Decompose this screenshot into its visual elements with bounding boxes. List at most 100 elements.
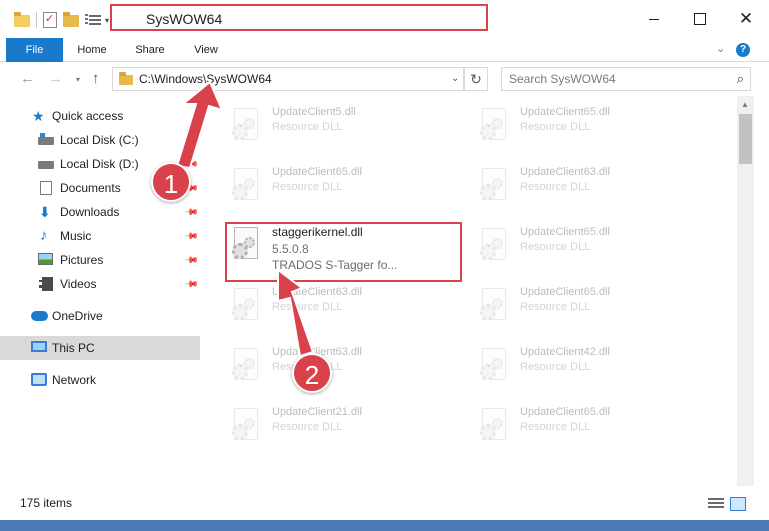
file-type: Resource DLL bbox=[272, 421, 343, 433]
documents-icon bbox=[40, 181, 56, 195]
address-dropdown-icon[interactable]: ⌄ bbox=[451, 73, 459, 84]
file-name: UpdateClient65.dll bbox=[272, 166, 362, 178]
file-tile[interactable]: UpdateClient65.dll Resource DLL bbox=[470, 396, 710, 454]
dll-file-icon bbox=[230, 408, 262, 446]
address-path[interactable]: C:\Windows\SysWOW64 bbox=[139, 72, 272, 86]
address-highlight-box bbox=[110, 4, 488, 31]
sidebar-item-pictures[interactable]: Pictures 📌 bbox=[0, 248, 200, 272]
file-type: Resource DLL bbox=[520, 121, 591, 133]
file-tile[interactable]: UpdateClient5.dll Resource DLL bbox=[222, 96, 462, 154]
minimize-button[interactable] bbox=[631, 0, 677, 38]
customize-toolbar-icon[interactable] bbox=[85, 13, 101, 27]
maximize-button[interactable] bbox=[677, 0, 723, 38]
file-tile[interactable]: UpdateClient63.dll Resource DLL bbox=[470, 156, 710, 214]
refresh-button[interactable]: ↻ bbox=[464, 67, 488, 91]
search-icon: ⌕ bbox=[736, 71, 744, 86]
star-icon: ★ bbox=[32, 108, 45, 124]
file-tile[interactable]: UpdateClient42.dll Resource DLL bbox=[470, 336, 710, 394]
file-tile[interactable]: UpdateClient65.dll Resource DLL bbox=[470, 276, 710, 334]
pin-icon[interactable]: 📌 bbox=[184, 228, 199, 244]
file-tile[interactable]: UpdateClient63.dll Resource DLL bbox=[222, 276, 462, 334]
ribbon: File Home Share View ⌄ ? bbox=[0, 38, 769, 62]
file-name: UpdateClient5.dll bbox=[272, 106, 356, 118]
step-1-badge: 1 bbox=[151, 162, 191, 202]
sidebar-item-videos[interactable]: Videos 📌 bbox=[0, 272, 200, 296]
dll-file-icon bbox=[478, 228, 510, 266]
onedrive-icon bbox=[31, 309, 48, 323]
status-bar: 175 items bbox=[0, 486, 769, 520]
sidebar-item-music[interactable]: ♪ Music 📌 bbox=[0, 224, 200, 248]
file-type: Resource DLL bbox=[272, 301, 343, 313]
file-name: UpdateClient42.dll bbox=[520, 346, 610, 358]
large-icons-view-icon[interactable] bbox=[730, 497, 746, 511]
close-button[interactable]: ✕ bbox=[723, 0, 769, 38]
file-tile[interactable]: UpdateClient21.dll Resource DLL bbox=[222, 396, 462, 454]
sidebar-item-label: Downloads bbox=[60, 205, 120, 219]
sidebar-item-this-pc[interactable]: This PC bbox=[0, 336, 200, 360]
sidebar-item-label: This PC bbox=[52, 341, 95, 355]
desktop-edge bbox=[0, 520, 769, 531]
sidebar-item-downloads[interactable]: ⬇ Downloads 📌 bbox=[0, 200, 200, 224]
dll-file-icon bbox=[478, 288, 510, 326]
drive-icon bbox=[38, 133, 54, 147]
recent-locations-dropdown[interactable]: ▾ bbox=[76, 75, 80, 84]
help-icon[interactable]: ? bbox=[736, 43, 750, 57]
navigation-bar: ← → ▾ ↑ C:\Windows\SysWOW64 ⌄ ↻ Search S… bbox=[0, 62, 769, 96]
file-list: UpdateClient5.dll Resource DLL UpdateCli… bbox=[200, 96, 737, 486]
sidebar-item-onedrive[interactable]: OneDrive bbox=[0, 304, 200, 328]
search-input[interactable]: Search SysWOW64 ⌕ bbox=[501, 67, 751, 91]
sidebar-item-label: Documents bbox=[60, 181, 121, 195]
tab-view[interactable]: View bbox=[184, 38, 228, 62]
scroll-up-icon[interactable]: ▲ bbox=[741, 100, 749, 109]
pin-icon[interactable]: 📌 bbox=[184, 204, 199, 220]
file-highlight-box bbox=[225, 222, 462, 282]
scrollbar-thumb[interactable] bbox=[739, 114, 752, 164]
music-icon: ♪ bbox=[40, 227, 48, 244]
videos-icon bbox=[39, 277, 55, 291]
tab-share[interactable]: Share bbox=[128, 38, 172, 62]
file-type: Resource DLL bbox=[520, 421, 591, 433]
file-type: Resource DLL bbox=[272, 121, 343, 133]
this-pc-icon bbox=[31, 341, 47, 355]
file-name: UpdateClient65.dll bbox=[520, 286, 610, 298]
dll-file-icon bbox=[230, 108, 262, 146]
pin-icon[interactable]: 📌 bbox=[184, 276, 199, 292]
sidebar-item-label: Pictures bbox=[60, 253, 104, 267]
network-icon bbox=[31, 373, 47, 387]
file-type: Resource DLL bbox=[520, 241, 591, 253]
sidebar-item-local-disk-c[interactable]: Local Disk (C:) bbox=[0, 128, 200, 152]
properties-icon[interactable] bbox=[43, 12, 57, 28]
sidebar-item-quick-access[interactable]: ★ Quick access bbox=[0, 104, 200, 128]
pin-icon[interactable]: 📌 bbox=[184, 252, 199, 268]
sidebar-item-network[interactable]: Network bbox=[0, 368, 200, 392]
tab-home[interactable]: Home bbox=[70, 38, 114, 62]
sidebar-item-label: Music bbox=[60, 229, 92, 243]
new-folder-icon[interactable] bbox=[63, 12, 79, 28]
quick-access-toolbar: ▾ bbox=[14, 12, 109, 28]
vertical-scrollbar[interactable]: ▲ bbox=[737, 96, 754, 486]
dll-file-icon bbox=[230, 348, 262, 386]
forward-button[interactable]: → bbox=[48, 70, 63, 87]
toolbar-dropdown-icon[interactable]: ▾ bbox=[105, 16, 109, 25]
drive-icon bbox=[38, 157, 54, 171]
dll-file-icon bbox=[230, 168, 262, 206]
back-button[interactable]: ← bbox=[20, 70, 35, 87]
address-bar[interactable]: C:\Windows\SysWOW64 ⌄ bbox=[112, 67, 464, 91]
dll-file-icon bbox=[478, 348, 510, 386]
file-name: UpdateClient63.dll bbox=[520, 166, 610, 178]
file-tile[interactable]: UpdateClient65.dll Resource DLL bbox=[470, 96, 710, 154]
sidebar-item-label: Videos bbox=[60, 277, 97, 291]
file-name: UpdateClient21.dll bbox=[272, 406, 362, 418]
up-button[interactable]: ↑ bbox=[92, 70, 100, 87]
folder-icon bbox=[14, 12, 30, 28]
file-tile[interactable]: UpdateClient65.dll Resource DLL bbox=[222, 156, 462, 214]
sidebar-item-label: OneDrive bbox=[52, 309, 103, 323]
details-view-icon[interactable] bbox=[708, 498, 724, 510]
chevron-down-icon[interactable]: ⌄ bbox=[716, 42, 725, 55]
toolbar-divider bbox=[36, 12, 37, 28]
tab-file[interactable]: File bbox=[6, 38, 63, 62]
file-tile[interactable]: UpdateClient65.dll Resource DLL bbox=[470, 216, 710, 274]
file-name: UpdateClient65.dll bbox=[520, 406, 610, 418]
file-type: Resource DLL bbox=[272, 181, 343, 193]
file-tile[interactable]: UpdateClient63.dll Resource DLL bbox=[222, 336, 462, 394]
